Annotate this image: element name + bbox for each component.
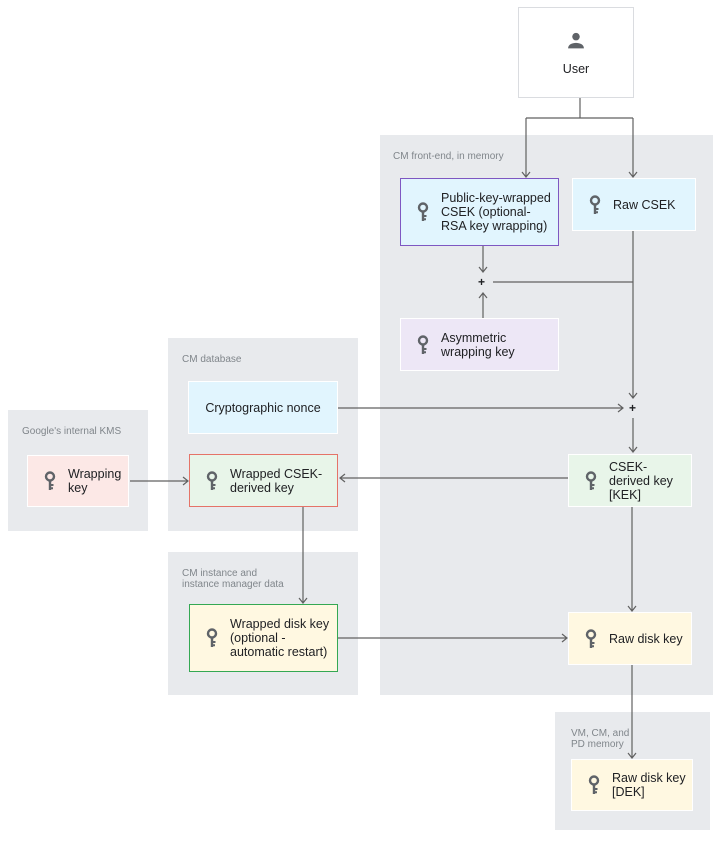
arrow-wrapping-key-to-wrapped-csek — [130, 476, 189, 486]
arrow-asymmetric-to-plus — [478, 292, 488, 318]
arrow-plus-to-csek-derived — [628, 418, 638, 453]
arrow-csek-derived-to-raw-disk — [627, 507, 637, 612]
arrow-raw-csek-to-plus — [628, 231, 638, 399]
arrow-user-to-public-key — [521, 118, 531, 178]
arrow-raw-disk-to-dek — [627, 665, 637, 759]
connector-user-split — [526, 98, 633, 119]
arrow-lines — [130, 98, 638, 759]
arrow-nonce-to-plus — [338, 403, 624, 413]
arrow-public-key-to-plus — [478, 246, 488, 273]
arrow-wrapped-csek-to-wrapped-disk — [298, 507, 308, 604]
connectors — [130, 98, 638, 759]
arrow-csek-derived-to-wrapped-csek — [339, 473, 568, 483]
arrow-wrapped-disk-to-raw-disk — [338, 633, 568, 643]
arrow-user-to-raw-csek — [628, 118, 638, 178]
